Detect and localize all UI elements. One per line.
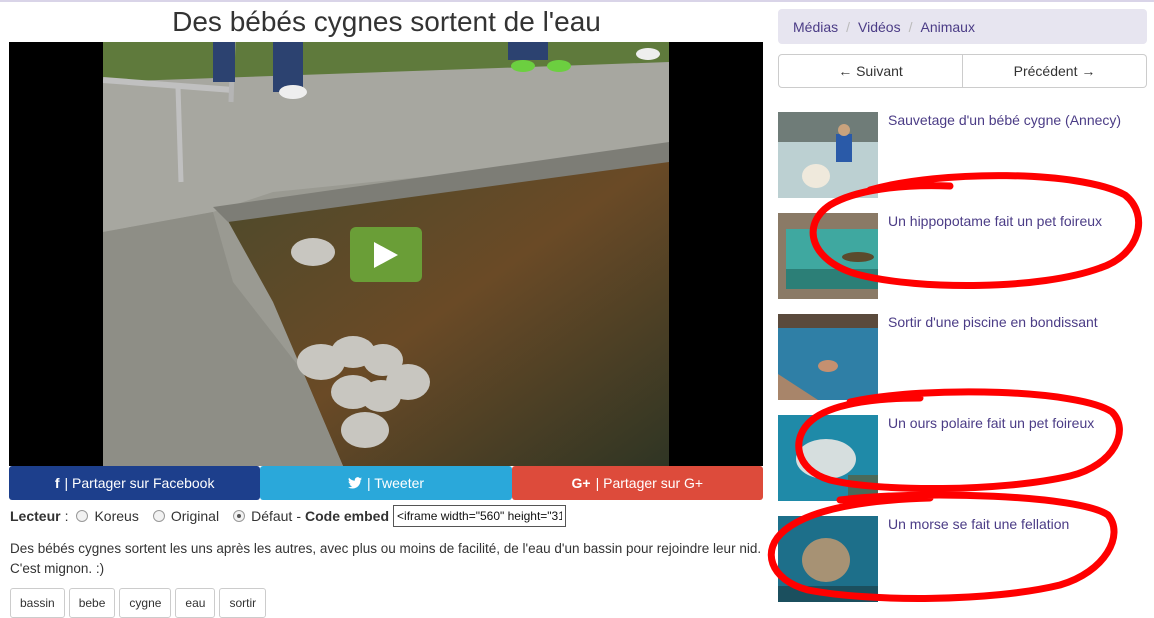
related-thumbnail[interactable] bbox=[778, 314, 878, 400]
radio-defaut-label[interactable]: Défaut bbox=[251, 508, 292, 524]
related-item[interactable]: Un ours polaire fait un pet foireux bbox=[778, 415, 1148, 501]
suivant-button[interactable]: ← Suivant bbox=[778, 54, 963, 88]
precedent-button[interactable]: Précédent → bbox=[963, 54, 1147, 88]
related-thumbnail[interactable] bbox=[778, 415, 878, 501]
embed-label: Code embed bbox=[305, 508, 390, 524]
related-item[interactable]: Un hippopotame fait un pet foireux bbox=[778, 213, 1148, 299]
radio-original-label[interactable]: Original bbox=[171, 508, 219, 524]
share-googleplus-button[interactable]: G+ | Partager sur G+ bbox=[511, 466, 763, 500]
related-title[interactable]: Sauvetage d'un bébé cygne (Annecy) bbox=[888, 112, 1121, 128]
related-title[interactable]: Un hippopotame fait un pet foireux bbox=[888, 213, 1102, 229]
facebook-icon: f bbox=[54, 475, 60, 491]
radio-original[interactable] bbox=[152, 510, 165, 522]
play-icon bbox=[374, 242, 398, 268]
share-twitter-button[interactable]: | Tweeter bbox=[260, 466, 512, 500]
video-title: Des bébés cygnes sortent de l'eau bbox=[172, 6, 601, 37]
top-border bbox=[0, 0, 1154, 2]
player-label-colon: : bbox=[64, 508, 69, 524]
breadcrumb: Médias / Vidéos / Animaux bbox=[778, 9, 1147, 44]
related-title[interactable]: Un morse se fait une fellation bbox=[888, 516, 1069, 532]
twitter-icon bbox=[347, 477, 362, 489]
breadcrumb-animaux[interactable]: Animaux bbox=[920, 19, 974, 35]
video-player[interactable] bbox=[9, 42, 763, 466]
player-options: Lecteur : Koreus Original Défaut - Code … bbox=[10, 505, 567, 527]
related-item[interactable]: Sortir d'une piscine en bondissant bbox=[778, 314, 1148, 400]
related-thumbnail[interactable] bbox=[778, 213, 878, 299]
breadcrumb-separator: / bbox=[908, 18, 913, 35]
related-thumbnail[interactable] bbox=[778, 516, 878, 602]
tag-bebe[interactable]: bebe bbox=[68, 588, 116, 618]
play-button[interactable] bbox=[350, 227, 422, 282]
embed-code-field[interactable] bbox=[393, 505, 567, 527]
related-thumbnail[interactable] bbox=[778, 112, 878, 198]
tag-bassin[interactable]: bassin bbox=[10, 588, 65, 618]
tag-cygne[interactable]: cygne bbox=[119, 588, 172, 618]
breadcrumb-videos[interactable]: Vidéos bbox=[858, 19, 901, 35]
share-facebook-label: | Partager sur Facebook bbox=[64, 475, 215, 491]
related-title[interactable]: Sortir d'une piscine en bondissant bbox=[888, 314, 1098, 330]
video-navigation: ← Suivant Précédent → bbox=[778, 54, 1147, 88]
share-googleplus-label: | Partager sur G+ bbox=[595, 475, 704, 491]
googleplus-icon: G+ bbox=[571, 475, 591, 491]
tag-list: bassin bebe cygne eau sortir bbox=[10, 588, 267, 618]
tag-eau[interactable]: eau bbox=[175, 588, 216, 618]
radio-koreus[interactable] bbox=[76, 510, 89, 522]
share-twitter-label: | Tweeter bbox=[366, 475, 425, 491]
tag-sortir[interactable]: sortir bbox=[219, 588, 267, 618]
video-description: Des bébés cygnes sortent les uns après l… bbox=[10, 541, 762, 576]
radio-koreus-label[interactable]: Koreus bbox=[94, 508, 138, 524]
related-item[interactable]: Un morse se fait une fellation bbox=[778, 516, 1148, 602]
options-dash: - bbox=[296, 508, 301, 524]
share-facebook-button[interactable]: f | Partager sur Facebook bbox=[9, 466, 261, 500]
related-title[interactable]: Un ours polaire fait un pet foireux bbox=[888, 415, 1094, 431]
radio-defaut[interactable] bbox=[233, 510, 246, 522]
breadcrumb-medias[interactable]: Médias bbox=[793, 19, 838, 35]
share-bar: f | Partager sur Facebook | Tweeter G+ |… bbox=[9, 466, 763, 500]
player-label: Lecteur bbox=[10, 508, 61, 524]
related-item[interactable]: Sauvetage d'un bébé cygne (Annecy) bbox=[778, 112, 1148, 198]
breadcrumb-separator: / bbox=[846, 18, 851, 35]
